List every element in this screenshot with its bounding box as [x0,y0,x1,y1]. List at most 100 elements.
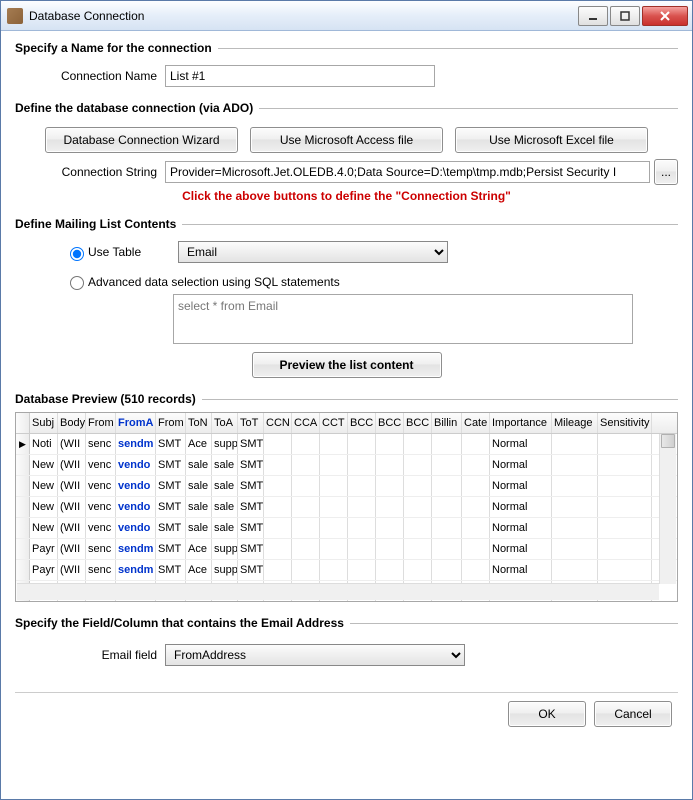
connection-name-label: Connection Name [45,69,165,83]
grid-hscroll[interactable] [17,583,659,600]
cell: Normal [490,455,552,475]
section-name: Specify a Name for the connection Connec… [15,41,678,93]
column-header[interactable]: Body [58,413,86,433]
table-row[interactable]: New(WIIvencvendoSMTsalesaleSMTNormal [16,497,677,518]
cell [348,539,376,559]
row-marker [16,497,30,517]
titlebar[interactable]: Database Connection [1,1,692,31]
use-table-label: Use Table [88,245,178,259]
cell [552,560,598,580]
sql-textarea[interactable]: select * from Email [173,294,633,344]
cell [462,518,490,538]
table-row[interactable]: New(WIIvencvendoSMTsalesaleSMTNormal [16,455,677,476]
cell [292,560,320,580]
window-title: Database Connection [29,9,578,23]
column-header[interactable]: ToT [238,413,264,433]
column-header[interactable]: BCC [404,413,432,433]
preview-button[interactable]: Preview the list content [252,352,442,378]
column-header[interactable]: CCN [264,413,292,433]
table-row[interactable]: New(WIIvencvendoSMTsalesaleSMTNormal [16,518,677,539]
sql-radio[interactable] [70,276,84,290]
row-marker: ▶ [16,434,30,454]
table-select[interactable]: Email [178,241,448,263]
cell: venc [86,497,116,517]
column-header[interactable]: From [156,413,186,433]
cell [348,434,376,454]
cell [552,539,598,559]
cell [432,497,462,517]
connection-string-label: Connection String [45,165,165,179]
cell: vendo [116,497,156,517]
cell: sale [186,518,212,538]
cell [404,560,432,580]
preview-grid[interactable]: SubjBodyFromFromAFromToNToAToTCCNCCACCTB… [15,412,678,602]
column-header[interactable]: Subj [30,413,58,433]
wizard-button[interactable]: Database Connection Wizard [45,127,238,153]
column-header[interactable]: Billin [432,413,462,433]
access-button[interactable]: Use Microsoft Access file [250,127,443,153]
column-header[interactable]: ToA [212,413,238,433]
column-header[interactable]: Sensitivity [598,413,652,433]
cell [552,518,598,538]
cell [432,560,462,580]
row-marker [16,455,30,475]
cell: SMT [238,518,264,538]
excel-button[interactable]: Use Microsoft Excel file [455,127,648,153]
section-mailing-legend: Define Mailing List Contents [15,217,182,231]
table-row[interactable]: New(WIIvencvendoSMTsalesaleSMTNormal [16,476,677,497]
cell: (WII [58,455,86,475]
use-table-radio[interactable] [70,247,84,261]
column-header[interactable]: BCC [376,413,404,433]
column-header[interactable]: Importance [490,413,552,433]
column-header[interactable]: CCA [292,413,320,433]
column-header[interactable]: FromA [116,413,156,433]
email-field-select[interactable]: FromAddress [165,644,465,666]
cell [432,476,462,496]
table-row[interactable]: ▶Noti(WIIsencsendmSMTAcesuppSMTNormal [16,434,677,455]
cell: sale [212,455,238,475]
cell: sendm [116,539,156,559]
maximize-button[interactable] [610,6,640,26]
cell [376,476,404,496]
column-header[interactable]: Cate [462,413,490,433]
minimize-button[interactable] [578,6,608,26]
column-header[interactable]: Mileage [552,413,598,433]
cell [462,560,490,580]
cell: (WII [58,476,86,496]
cell: Normal [490,476,552,496]
cell: Ace [186,560,212,580]
cell [432,434,462,454]
cell [462,497,490,517]
cell: SMT [156,434,186,454]
column-header[interactable]: CCT [320,413,348,433]
table-row[interactable]: Payr(WIIsencsendmSMTAcesuppSMTNormal [16,539,677,560]
cell [404,455,432,475]
cell: SMT [156,497,186,517]
cell [598,455,652,475]
column-header[interactable]: BCC [348,413,376,433]
cell [264,455,292,475]
cell: sale [212,518,238,538]
cell [376,455,404,475]
column-header[interactable]: ToN [186,413,212,433]
cell: Normal [490,518,552,538]
app-icon [7,8,23,24]
close-button[interactable] [642,6,688,26]
ok-button[interactable]: OK [508,701,586,727]
section-preview-legend: Database Preview (510 records) [15,392,202,406]
column-header[interactable]: From [86,413,116,433]
cell [432,518,462,538]
cell: sale [186,497,212,517]
connection-string-input[interactable] [165,161,650,183]
connection-name-input[interactable] [165,65,435,87]
grid-vscroll[interactable] [659,434,676,584]
cell: SMT [156,560,186,580]
cell [552,476,598,496]
browse-button[interactable]: ... [654,159,678,185]
cell [404,539,432,559]
cell [320,518,348,538]
cell [432,455,462,475]
cancel-button[interactable]: Cancel [594,701,672,727]
cell [404,434,432,454]
table-row[interactable]: Payr(WIIsencsendmSMTAcesuppSMTNormal [16,560,677,581]
